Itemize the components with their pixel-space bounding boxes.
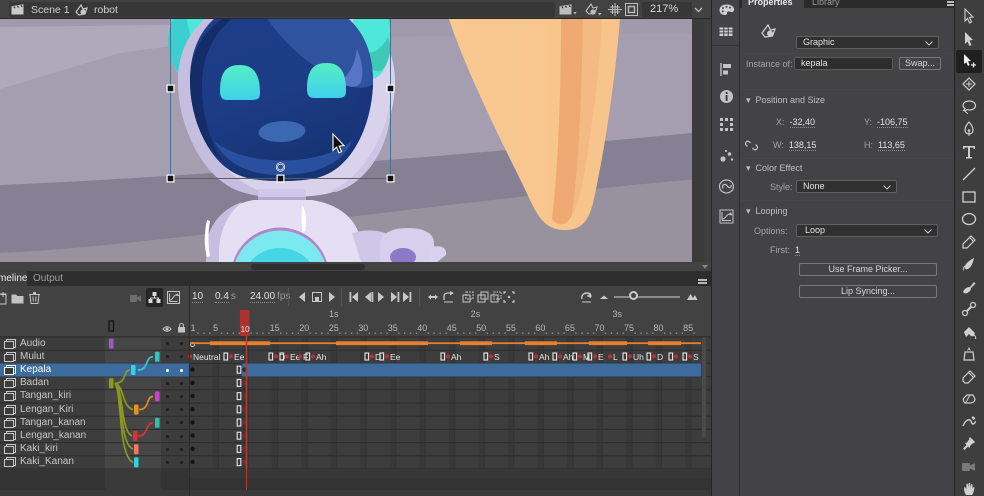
svg-text:L: L (613, 352, 618, 362)
svg-text:10: 10 (241, 325, 250, 334)
svg-text:Ah: Ah (563, 352, 574, 362)
svg-text:Uh: Uh (633, 352, 644, 362)
svg-text:Ee: Ee (234, 352, 245, 362)
svg-text:Ah: Ah (451, 352, 462, 362)
svg-text:E: E (598, 352, 604, 362)
svg-text:Ah: Ah (539, 352, 550, 362)
svg-text:Ah: Ah (316, 352, 327, 362)
svg-text:Neutral: Neutral (193, 352, 221, 362)
svg-text:S: S (494, 352, 500, 362)
svg-text:S: S (693, 352, 699, 362)
svg-text:Ee: Ee (390, 352, 401, 362)
svg-text:D: D (657, 352, 663, 362)
